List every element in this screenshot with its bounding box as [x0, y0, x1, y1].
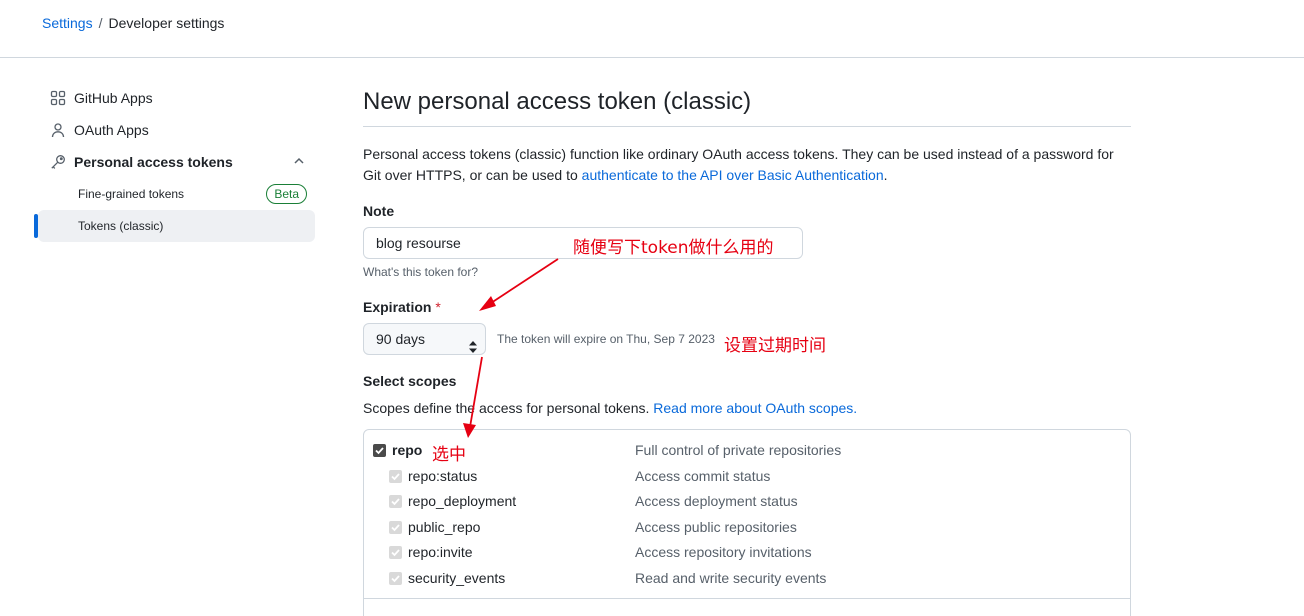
- intro-text: Personal access tokens (classic) functio…: [363, 144, 1131, 186]
- scope-description: Access repository invitations: [635, 544, 812, 560]
- annotation-expiration: 设置过期时间: [724, 336, 826, 356]
- scope-description: Full control of private repositories: [635, 442, 842, 458]
- scope-row-security-events[interactable]: security_events Read and write security …: [364, 567, 1130, 591]
- scope-row-repo-status[interactable]: repo:status Access commit status: [364, 465, 1130, 489]
- scope-row-public-repo[interactable]: public_repo Access public repositories: [364, 516, 1130, 540]
- scope-row-repo-deployment[interactable]: repo_deployment Access deployment status: [364, 490, 1130, 514]
- repo-status-checkbox[interactable]: [389, 470, 402, 483]
- breadcrumb-separator: /: [98, 15, 103, 31]
- select-arrows-icon: [469, 333, 477, 353]
- top-bar: Settings / Developer settings: [0, 0, 1304, 58]
- scope-description: Access commit status: [635, 468, 771, 484]
- sidebar-item-label: Tokens (classic): [78, 219, 164, 233]
- scope-name: repo_deployment: [408, 493, 517, 509]
- scopes-group-divider: [364, 598, 1130, 599]
- scope-row-repo-invite[interactable]: repo:invite Access repository invitation…: [364, 541, 1130, 565]
- sidebar-item-label: OAuth Apps: [74, 122, 149, 138]
- arrow-to-expiration: [487, 258, 559, 306]
- chevron-up-icon[interactable]: [292, 154, 306, 168]
- sidebar-item-tokens-classic[interactable]: Tokens (classic): [34, 210, 315, 242]
- key-icon: [50, 154, 66, 170]
- security-events-checkbox[interactable]: [389, 572, 402, 585]
- note-label: Note: [363, 203, 395, 219]
- sidebar-item-github-apps[interactable]: GitHub Apps: [34, 82, 316, 114]
- breadcrumb-current: Developer settings: [108, 15, 225, 31]
- scope-description: Access public repositories: [635, 519, 797, 535]
- arrow-head-expiration: [479, 296, 496, 311]
- breadcrumb-settings-link[interactable]: Settings: [42, 15, 93, 31]
- oauth-scopes-link[interactable]: Read more about OAuth scopes.: [653, 400, 857, 416]
- scopes-description-text: Scopes define the access for personal to…: [363, 400, 654, 416]
- person-icon: [50, 122, 66, 138]
- expiration-label: Expiration *: [363, 299, 441, 315]
- breadcrumb: Settings / Developer settings: [42, 15, 224, 31]
- sidebar-item-fine-grained-tokens[interactable]: Fine-grained tokens Beta: [38, 178, 315, 210]
- repo-invite-checkbox[interactable]: [389, 546, 402, 559]
- select-scopes-label: Select scopes: [363, 373, 457, 389]
- scope-name: public_repo: [408, 519, 481, 535]
- page-title: New personal access token (classic): [363, 88, 752, 115]
- intro-end: .: [883, 167, 888, 183]
- scope-description: Read and write security events: [635, 570, 827, 586]
- repo-deployment-checkbox[interactable]: [389, 495, 402, 508]
- repo-checkbox[interactable]: [373, 444, 386, 457]
- basic-auth-link[interactable]: authenticate to the API over Basic Authe…: [582, 167, 884, 183]
- sidebar-item-label: Personal access tokens: [74, 154, 233, 170]
- title-divider: [363, 126, 1131, 127]
- expiration-date-text: The token will expire on Thu, Sep 7 2023: [497, 332, 715, 346]
- scope-row-repo[interactable]: repo Full control of private repositorie…: [364, 439, 1130, 463]
- scope-name: repo:status: [408, 468, 478, 484]
- scope-row-cutoff: [364, 608, 1130, 616]
- scope-name: repo: [392, 442, 423, 458]
- sidebar-item-oauth-apps[interactable]: OAuth Apps: [34, 114, 316, 146]
- annotation-select: 选中: [432, 445, 466, 465]
- expiration-select[interactable]: 90 days: [363, 323, 486, 355]
- public-repo-checkbox[interactable]: [389, 521, 402, 534]
- annotation-note: 随便写下token做什么用的: [573, 238, 774, 258]
- expiration-label-text: Expiration: [363, 299, 432, 315]
- note-hint: What's this token for?: [363, 265, 479, 279]
- apps-icon: [50, 90, 66, 106]
- sidebar-item-label: Fine-grained tokens: [78, 187, 185, 201]
- required-mark: *: [435, 299, 441, 315]
- scope-description: Access deployment status: [635, 493, 798, 509]
- scopes-description: Scopes define the access for personal to…: [363, 400, 857, 416]
- active-indicator: [34, 214, 38, 238]
- sidebar-item-personal-access-tokens[interactable]: Personal access tokens: [34, 146, 316, 178]
- settings-sidebar: GitHub Apps OAuth Apps Personal access t…: [34, 82, 316, 242]
- expiration-selected-value: 90 days: [376, 331, 426, 347]
- scope-name: security_events: [408, 570, 506, 586]
- arrow-to-repo: [469, 356, 483, 428]
- scope-name: repo:invite: [408, 544, 473, 560]
- sidebar-item-label: GitHub Apps: [74, 90, 153, 106]
- scopes-list: repo Full control of private repositorie…: [363, 429, 1131, 616]
- beta-badge: Beta: [266, 184, 307, 204]
